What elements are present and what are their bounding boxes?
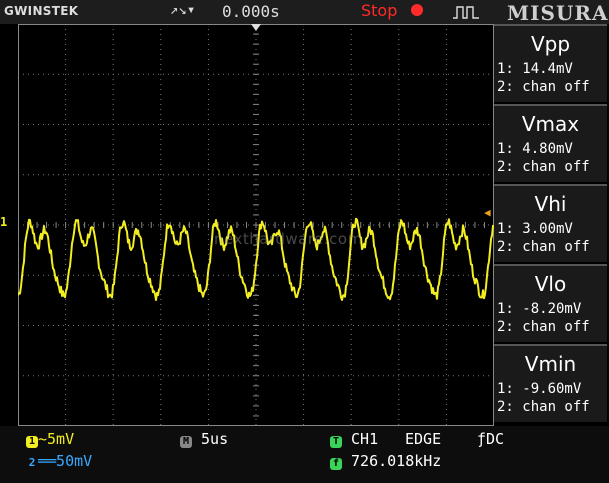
- timebase-readout[interactable]: M 5us: [180, 430, 228, 448]
- frequency-value: 726.018kHz: [351, 452, 442, 470]
- ch1-ground-marker: 1: [0, 215, 8, 229]
- measurement-ch1-value: 1: 4.80mV: [497, 141, 573, 157]
- trigger-source-value: CH1: [351, 430, 379, 448]
- measurement-ch2-value: 2: chan off: [497, 239, 590, 255]
- stop-indicator-icon: [411, 4, 423, 16]
- measurement-name: Vhi: [534, 192, 567, 216]
- pulse-waveform-icon: [453, 6, 479, 19]
- measurement-ch1-value: 1: 3.00mV: [497, 221, 573, 237]
- measurement-vmax[interactable]: Vmax 1: 4.80mV 2: chan off: [494, 104, 607, 182]
- trigger-source-readout[interactable]: T CH1: [330, 430, 378, 448]
- brand-logo: GWINSTEK: [4, 4, 79, 18]
- measurement-name: Vpp: [530, 32, 571, 56]
- measurement-ch1-value: 1: 14.4mV: [497, 61, 573, 77]
- time-position-readout: 0.000s: [222, 2, 280, 21]
- acquisition-status: Stop: [361, 1, 398, 20]
- frequency-badge-icon: f: [330, 458, 342, 470]
- trigger-position-icon: ↗↘▾: [170, 2, 196, 18]
- measurement-ch2-value: 2: chan off: [497, 399, 590, 415]
- timebase-value: 5us: [201, 430, 229, 448]
- ch2-badge-icon: 2: [28, 456, 36, 469]
- trigger-badge-icon: T: [330, 436, 342, 448]
- trigger-position-arrow-icon: [251, 24, 261, 31]
- measurement-name: Vmin: [524, 352, 577, 376]
- ch2-scale-readout[interactable]: 2 ══50mV: [26, 452, 93, 470]
- ch1-scale-readout[interactable]: 1 ~5mV: [26, 430, 74, 448]
- measurement-ch1-value: 1: -8.20mV: [497, 301, 582, 317]
- waveform-graticule: [18, 24, 494, 426]
- measurement-vmin[interactable]: Vmin 1: -9.60mV 2: chan off: [494, 344, 607, 422]
- measure-panel-title: MISURA: [507, 1, 609, 25]
- measurement-vpp[interactable]: Vpp 1: 14.4mV 2: chan off: [494, 24, 607, 102]
- trigger-coupling-readout[interactable]: ƒDC: [477, 430, 504, 448]
- ch2-scale-value: ══50mV: [38, 452, 93, 470]
- trigger-type-readout[interactable]: EDGE: [405, 430, 441, 448]
- trigger-level-arrow-icon: ◀: [484, 206, 491, 219]
- measurement-ch1-value: 1: -9.60mV: [497, 381, 582, 397]
- measurement-name: Vlo: [534, 272, 567, 296]
- measurement-ch2-value: 2: chan off: [497, 79, 590, 95]
- watermark: nexthardware.com: [214, 230, 363, 248]
- ch1-badge-icon: 1: [26, 436, 38, 448]
- measurement-ch2-value: 2: chan off: [497, 319, 590, 335]
- measurement-vlo[interactable]: Vlo 1: -8.20mV 2: chan off: [494, 264, 607, 342]
- measurement-vhi[interactable]: Vhi 1: 3.00mV 2: chan off: [494, 184, 607, 262]
- ch1-scale-value: ~5mV: [38, 430, 75, 448]
- measurement-name: Vmax: [521, 112, 580, 136]
- frequency-readout: f 726.018kHz: [330, 452, 441, 470]
- timebase-badge-icon: M: [180, 436, 192, 448]
- measurement-ch2-value: 2: chan off: [497, 159, 590, 175]
